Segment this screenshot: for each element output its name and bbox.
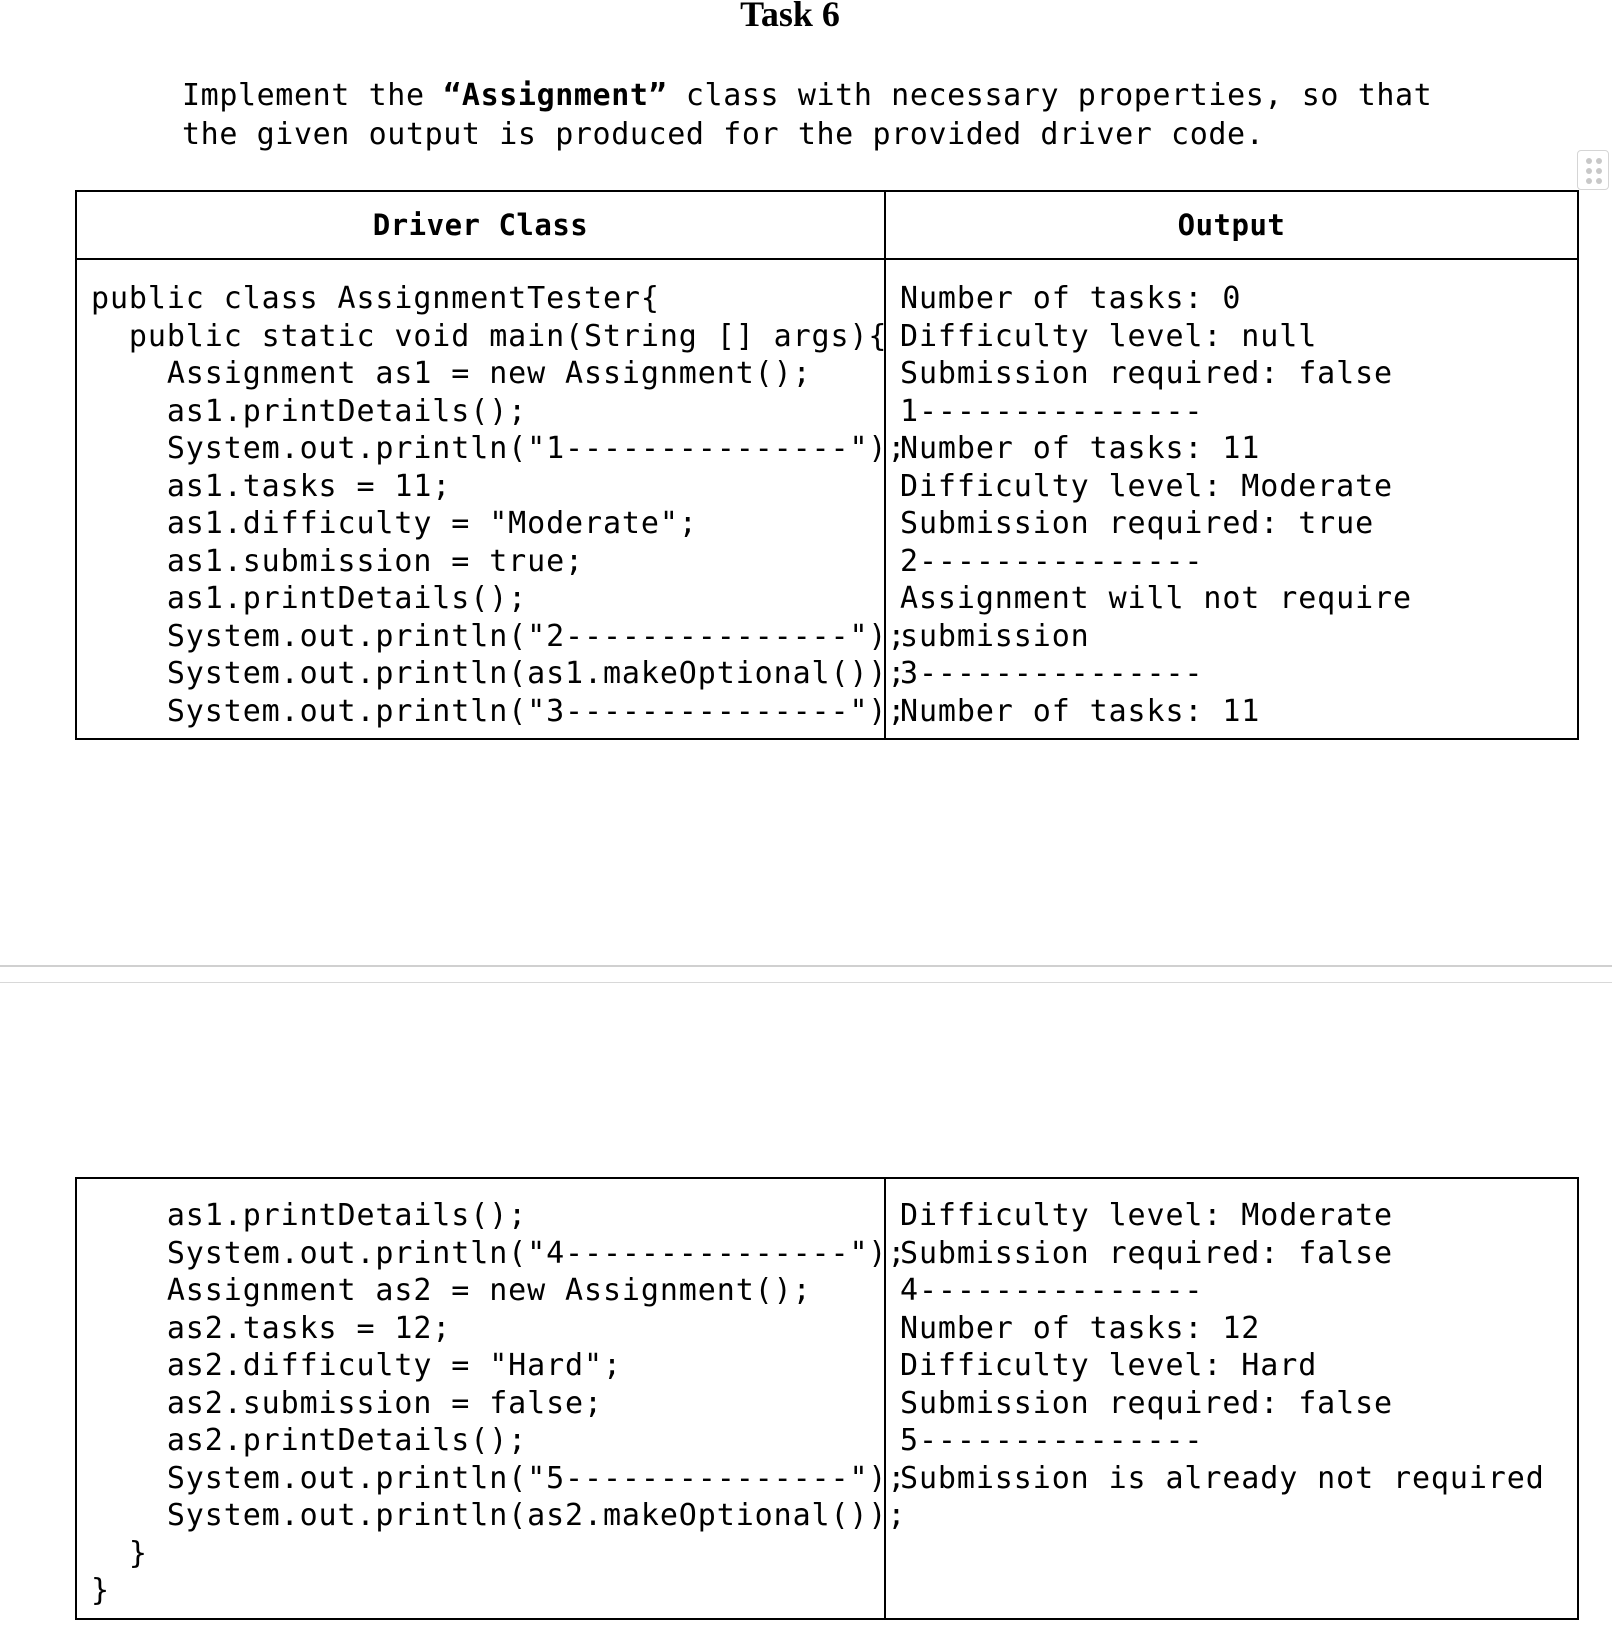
- output-block: Difficulty level: Moderate Submission req…: [886, 1179, 1577, 1497]
- output-cell: Number of tasks: 0 Difficulty level: null…: [884, 258, 1579, 740]
- output-line: 1---------------: [900, 393, 1204, 429]
- driver-output-table-1: Driver Class Output public class Assignm…: [75, 190, 1579, 740]
- output-line: 4---------------: [900, 1273, 1204, 1308]
- output-line: Assignment will not require: [900, 581, 1412, 616]
- code-line: System.out.println("1---------------");: [91, 431, 907, 466]
- code-line: as1.difficulty = "Moderate";: [91, 506, 698, 541]
- code-line: public class AssignmentTester{: [91, 281, 660, 316]
- description-text-1: Implement the: [182, 78, 444, 113]
- driver-code-block: as1.printDetails(); System.out.println("…: [77, 1179, 907, 1610]
- output-line: Difficulty level: null: [900, 318, 1318, 354]
- code-line: as2.tasks = 12;: [91, 1310, 452, 1346]
- output-line: 3---------------: [900, 656, 1204, 691]
- code-line: as1.printDetails();: [91, 393, 528, 429]
- table-row: as1.printDetails(); System.out.println("…: [75, 1177, 1579, 1620]
- page-separator-line: [0, 982, 1612, 983]
- description-class-name: “Assignment”: [443, 78, 668, 113]
- output-line: Number of tasks: 11: [900, 431, 1261, 466]
- driver-class-header: Driver Class: [75, 190, 886, 260]
- output-line: 2---------------: [900, 543, 1204, 579]
- table-header-row: Driver Class Output: [75, 190, 1579, 260]
- output-line: Submission required: false: [900, 1235, 1393, 1271]
- drag-handle-icon[interactable]: [1577, 150, 1609, 190]
- code-line: }: [91, 1573, 110, 1608]
- output-line: Number of tasks: 11: [900, 693, 1261, 729]
- output-line: Submission is already not required: [900, 1460, 1545, 1496]
- code-line: System.out.println("3---------------");: [91, 693, 907, 729]
- code-line: }: [91, 1535, 148, 1571]
- output-line: Submission required: true: [900, 506, 1375, 541]
- code-line: System.out.println(as2.makeOptional());: [91, 1498, 907, 1533]
- code-line: as1.printDetails();: [91, 581, 528, 616]
- table-row: public class AssignmentTester{ public st…: [75, 258, 1579, 740]
- output-line: Submission required: false: [900, 356, 1393, 391]
- description-text-3: the given output is produced for the pro…: [182, 117, 1265, 152]
- driver-output-table-2: as1.printDetails(); System.out.println("…: [75, 1177, 1579, 1620]
- driver-code-block: public class AssignmentTester{ public st…: [77, 260, 907, 730]
- task-description: Implement the “Assignment” class with ne…: [182, 76, 1462, 154]
- code-line: Assignment as2 = new Assignment();: [91, 1273, 812, 1308]
- output-header: Output: [884, 190, 1579, 260]
- page-title-text: Task 6: [740, 0, 840, 34]
- output-line: 5---------------: [900, 1423, 1204, 1458]
- code-line: System.out.println(as1.makeOptional());: [91, 656, 907, 691]
- output-line: Number of tasks: 0: [900, 281, 1242, 316]
- page-separator: [0, 965, 1612, 967]
- code-line: as2.printDetails();: [91, 1423, 528, 1458]
- code-line: System.out.println("4---------------");: [91, 1235, 907, 1271]
- code-line: as1.submission = true;: [91, 543, 584, 579]
- driver-code-cell: as1.printDetails(); System.out.println("…: [75, 1177, 907, 1620]
- output-line: Submission required: false: [900, 1385, 1393, 1421]
- output-line: Difficulty level: Hard: [900, 1348, 1318, 1383]
- output-line: Difficulty level: Moderate: [900, 468, 1393, 504]
- output-cell: Difficulty level: Moderate Submission req…: [884, 1177, 1579, 1620]
- code-line: as1.tasks = 11;: [91, 468, 452, 504]
- output-line: Difficulty level: Moderate: [900, 1198, 1393, 1233]
- code-line: as2.submission = false;: [91, 1385, 603, 1421]
- code-line: Assignment as1 = new Assignment();: [91, 356, 812, 391]
- driver-code-cell: public class AssignmentTester{ public st…: [75, 258, 907, 740]
- code-line: System.out.println("5---------------");: [91, 1460, 907, 1496]
- code-line: System.out.println("2---------------");: [91, 618, 907, 654]
- description-text-2: class with necessary properties, so that: [667, 78, 1433, 113]
- output-line: Number of tasks: 12: [900, 1310, 1261, 1346]
- output-block: Number of tasks: 0 Difficulty level: null…: [886, 260, 1577, 730]
- code-line: as1.printDetails();: [91, 1198, 528, 1233]
- code-line: public static void main(String [] args){: [91, 318, 888, 354]
- code-line: as2.difficulty = "Hard";: [91, 1348, 622, 1383]
- page-title: Task 6: [0, 0, 1612, 34]
- output-line: submission: [900, 618, 1090, 654]
